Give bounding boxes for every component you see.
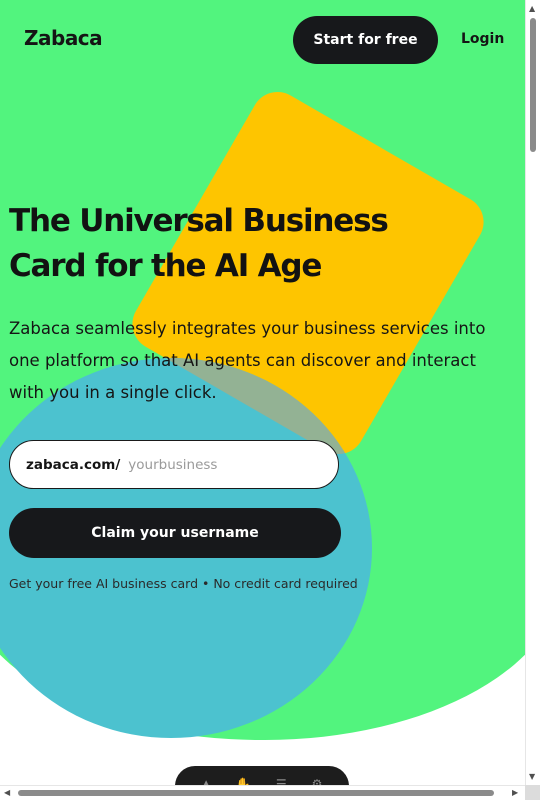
scroll-up-arrow-icon[interactable]: ▲ [529, 4, 535, 13]
hand-icon[interactable]: ✋ [236, 778, 251, 785]
page-title: The Universal Business Card for the AI A… [9, 199, 449, 289]
page-viewport: Zabaca Start for free Login The Universa… [0, 0, 525, 785]
scroll-down-arrow-icon[interactable]: ▼ [529, 772, 535, 781]
menu-icon[interactable]: ☰ [276, 778, 287, 785]
hero-subtitle: Zabaca seamlessly integrates your busine… [9, 319, 486, 402]
floating-toolbar: ▲ ✋ ☰ ⚙ [175, 766, 349, 785]
start-for-free-button[interactable]: Start for free [293, 16, 438, 64]
vertical-scrollbar[interactable]: ▲ ▼ [525, 0, 540, 785]
scroll-right-arrow-icon[interactable]: ▶ [512, 788, 518, 797]
signup-footnote: Get your free AI business card • No cred… [9, 576, 358, 591]
scroll-left-arrow-icon[interactable]: ◀ [4, 788, 10, 797]
horizontal-scroll-thumb[interactable] [18, 790, 494, 796]
horizontal-scrollbar[interactable]: ◀ ▶ [0, 785, 525, 800]
scrollbar-corner [525, 785, 540, 800]
username-input[interactable] [128, 456, 309, 473]
url-prefix: zabaca.com/ [26, 456, 121, 473]
bell-icon[interactable]: ▲ [202, 778, 211, 785]
settings-icon[interactable]: ⚙ [312, 778, 323, 785]
headline-line-2: Card for the AI Age [9, 248, 322, 284]
username-field[interactable]: zabaca.com/ [9, 440, 339, 489]
login-link[interactable]: Login [461, 31, 504, 47]
headline-line-1: The Universal Business [9, 203, 389, 239]
brand-logo[interactable]: Zabaca [24, 26, 103, 50]
claim-username-button[interactable]: Claim your username [9, 508, 341, 558]
vertical-scroll-thumb[interactable] [530, 18, 536, 152]
